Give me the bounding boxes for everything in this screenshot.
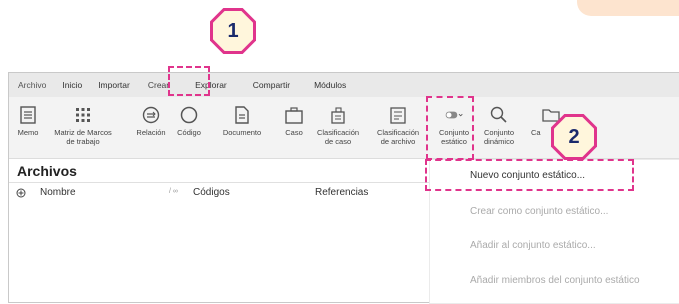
grid-icon (76, 108, 90, 122)
column-header-row: Nombre / ∞ Códigos Referencias (9, 183, 429, 205)
menu-compartir[interactable]: Compartir (253, 80, 290, 90)
ribbon-clasificacion-caso-label: Clasificación de caso (316, 128, 360, 146)
ribbon-documento-label: Documento (222, 128, 262, 137)
menu-modulos[interactable]: Módulos (314, 80, 346, 90)
menu-bar: Archivo Inicio Importar Crear Explorar C… (9, 73, 679, 97)
highlight-nuevo-conjunto (425, 159, 634, 191)
menu-item-anadir-miembros[interactable]: Añadir miembros del conjunto estático (430, 275, 679, 286)
column-nombre[interactable]: Nombre (40, 187, 76, 198)
relation-icon (142, 106, 160, 124)
callout-2: 2 (551, 114, 597, 160)
ribbon-documento-button[interactable]: Documento (219, 97, 265, 137)
section-title: Archivos (9, 159, 429, 183)
highlight-crear-tab (168, 66, 210, 96)
ribbon-codigo-label: Código (177, 128, 201, 137)
ribbon-memo-label: Memo (17, 128, 39, 137)
memo-icon (20, 106, 36, 124)
ribbon-relacion-label: Relación (136, 128, 166, 137)
document-icon (235, 106, 249, 124)
callout-1: 1 (210, 8, 256, 54)
menu-inicio[interactable]: Inicio (62, 80, 82, 90)
menu-crear[interactable]: Crear (148, 80, 169, 90)
column-codigos[interactable]: Códigos (193, 187, 230, 198)
ribbon-codigo-button[interactable]: Código (173, 97, 205, 137)
ribbon-relacion-button[interactable]: Relación (133, 97, 169, 137)
ribbon-clasificacion-archivo-label: Clasificación de archivo (376, 128, 420, 146)
circle-icon (180, 106, 198, 124)
ribbon-caso-label: Caso (285, 128, 303, 137)
ribbon-memo-button[interactable]: Memo (13, 97, 43, 137)
ribbon-clasificacion-archivo-button[interactable]: Clasificación de archivo (369, 97, 427, 146)
ribbon-matriz-button[interactable]: Matriz de Marcos de trabajo (49, 97, 117, 146)
add-circle-icon[interactable] (16, 188, 26, 198)
callout-2-number: 2 (554, 117, 594, 157)
ribbon-caso-button[interactable]: Caso (281, 97, 307, 137)
magnifier-icon (490, 106, 507, 123)
ribbon-conjunto-dinamico-button[interactable]: Conjunto dinámico (477, 97, 521, 146)
ribbon-matriz-label: Matriz de Marcos de trabajo (54, 128, 112, 146)
menu-item-crear-como-conjunto[interactable]: Crear como conjunto estático... (430, 206, 679, 217)
menu-importar[interactable]: Importar (98, 80, 130, 90)
highlight-conjunto-estatico (426, 96, 474, 160)
menu-item-anadir-al-conjunto[interactable]: Añadir al conjunto estático... (430, 240, 679, 251)
case-icon (285, 107, 303, 124)
case-classification-icon (331, 107, 345, 124)
ribbon-clasificacion-caso-button[interactable]: Clasificación de caso (311, 97, 365, 146)
menu-archivo[interactable]: Archivo (18, 80, 46, 90)
callout-1-number: 1 (213, 11, 253, 51)
column-referencias[interactable]: Referencias (315, 187, 368, 198)
ribbon-conjunto-dinamico-label: Conjunto dinámico (483, 128, 515, 146)
link-icon: / ∞ (169, 188, 178, 195)
file-classification-icon (390, 107, 406, 124)
decorative-corner (577, 0, 679, 16)
